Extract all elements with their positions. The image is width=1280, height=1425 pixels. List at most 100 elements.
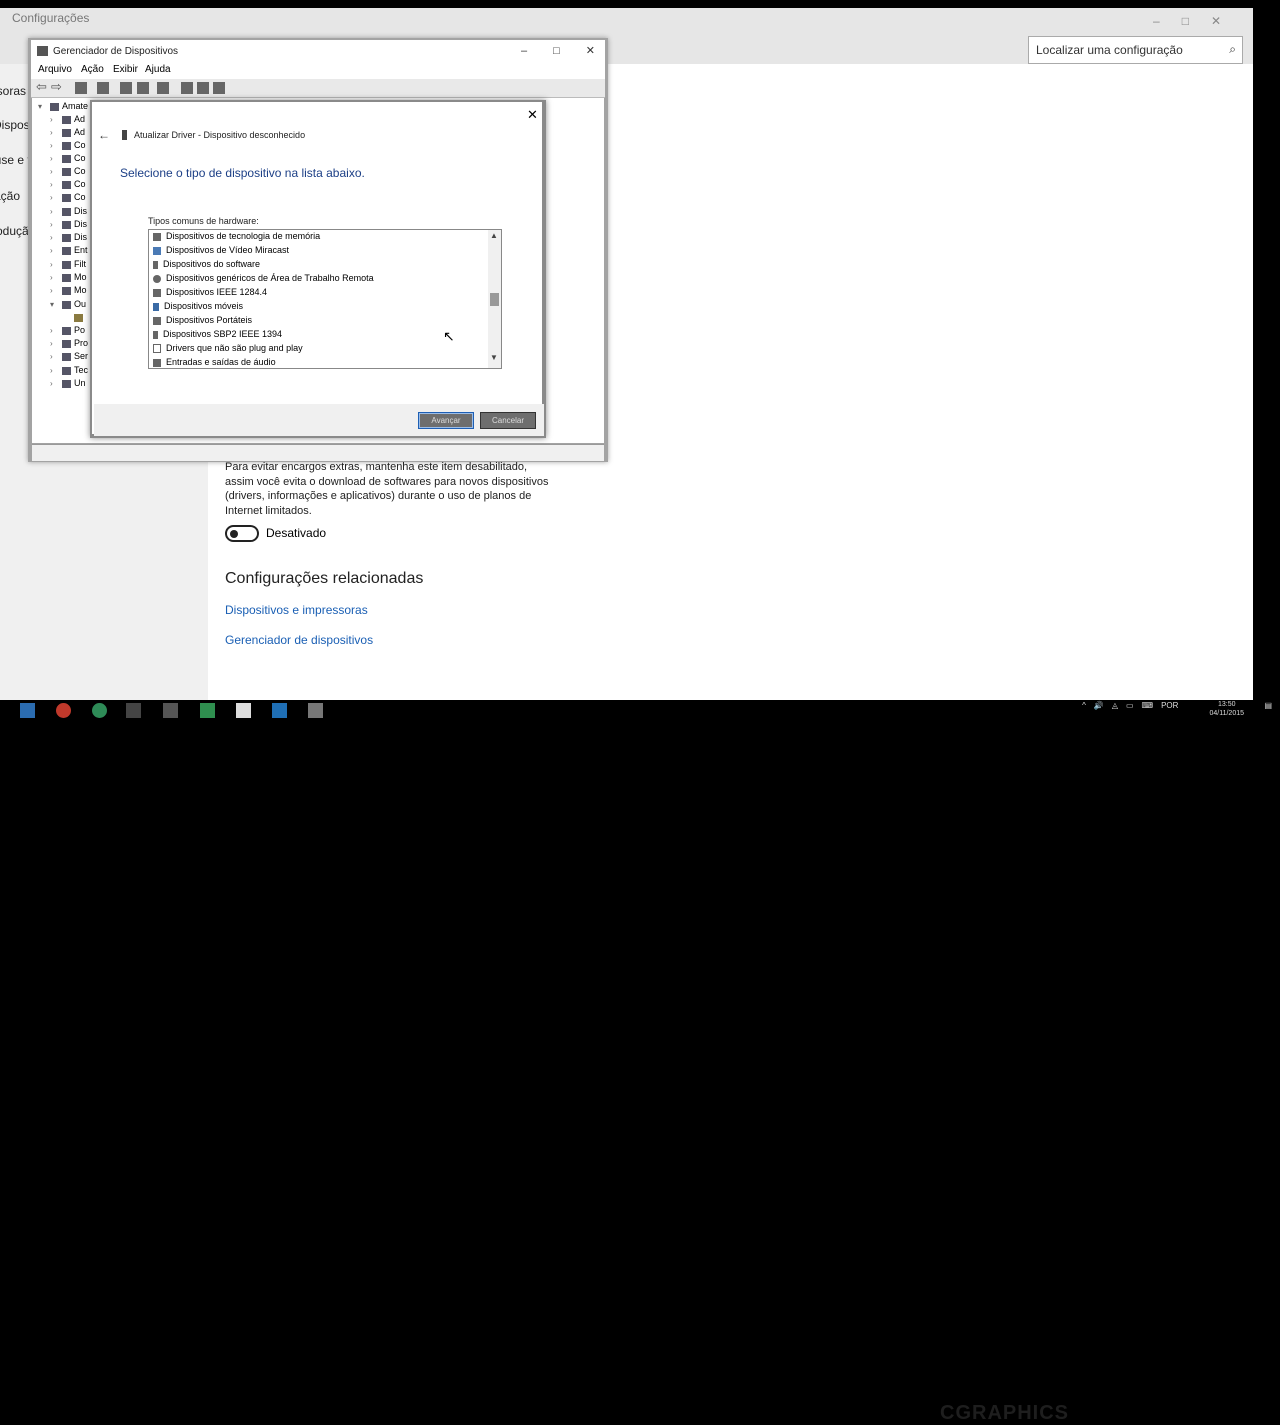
- tree-item[interactable]: › Mo: [50, 272, 87, 285]
- chrome-icon[interactable]: [56, 703, 71, 718]
- list-scrollbar[interactable]: ▲ ▼: [488, 230, 501, 368]
- tree-item[interactable]: ▾ Ou: [50, 299, 86, 312]
- media-player-icon[interactable]: [126, 703, 141, 718]
- link-devices-printers[interactable]: Dispositivos e impressoras: [225, 603, 368, 617]
- expand-icon[interactable]: ›: [50, 180, 62, 189]
- scroll-up-icon[interactable]: ▲: [490, 231, 498, 240]
- keyboard-icon[interactable]: ⌨: [1142, 701, 1154, 710]
- expand-icon[interactable]: ›: [50, 167, 62, 176]
- list-item[interactable]: Dispositivos móveis: [153, 301, 243, 315]
- tree-item[interactable]: › Co: [50, 166, 86, 179]
- tree-item[interactable]: › Co: [50, 179, 86, 192]
- back-arrow-icon[interactable]: ⇦: [36, 79, 47, 95]
- close-icon[interactable]: ✕: [586, 45, 595, 57]
- metered-download-toggle[interactable]: [225, 525, 259, 542]
- expand-icon[interactable]: ›: [50, 193, 62, 202]
- expand-icon[interactable]: ›: [50, 273, 62, 282]
- tree-item[interactable]: › Co: [50, 153, 86, 166]
- expand-icon[interactable]: ›: [50, 379, 62, 388]
- list-item[interactable]: Entradas e saídas de áudio: [153, 357, 276, 368]
- volume-icon[interactable]: 🔊: [1094, 701, 1104, 710]
- battery-icon[interactable]: ▭: [1126, 701, 1134, 710]
- settings-gear-icon[interactable]: [272, 703, 287, 718]
- expand-icon[interactable]: ›: [50, 233, 62, 242]
- chevron-up-icon[interactable]: ^: [1082, 701, 1086, 710]
- expand-icon[interactable]: ›: [50, 115, 62, 124]
- settings-window-controls[interactable]: –□✕: [1153, 14, 1243, 28]
- utorrent-icon[interactable]: [92, 703, 107, 718]
- tree-item[interactable]: › Po: [50, 325, 85, 338]
- tree-item[interactable]: › Dis: [50, 219, 87, 232]
- uninstall-icon[interactable]: [197, 82, 209, 94]
- expand-icon[interactable]: ›: [50, 339, 62, 348]
- tree-item[interactable]: › Tec: [50, 365, 88, 378]
- next-button[interactable]: Avançar: [418, 412, 474, 429]
- tree-item[interactable]: › Un: [50, 378, 86, 391]
- list-item[interactable]: Dispositivos IEEE 1284.4: [153, 287, 267, 301]
- nav-item-printers[interactable]: Impressoras: [0, 84, 26, 98]
- expand-icon[interactable]: ›: [50, 128, 62, 137]
- tree-item[interactable]: › Ad: [50, 114, 85, 127]
- forward-arrow-icon[interactable]: ⇨: [51, 79, 62, 95]
- collapse-icon[interactable]: ▾: [50, 300, 62, 309]
- properties-icon[interactable]: [97, 82, 109, 94]
- expand-icon[interactable]: ›: [50, 141, 62, 150]
- list-item[interactable]: Dispositivos Portáteis: [153, 315, 252, 329]
- expand-icon[interactable]: ›: [50, 326, 62, 335]
- enable-device-icon[interactable]: [213, 82, 225, 94]
- nav-item-typing[interactable]: Digitação: [0, 189, 20, 203]
- clock[interactable]: 13:50 04/11/2015: [1209, 700, 1244, 718]
- tree-item[interactable]: › Ser: [50, 351, 88, 364]
- maximize-icon[interactable]: □: [553, 45, 560, 57]
- app-icon[interactable]: [163, 703, 178, 718]
- tree-item[interactable]: › Co: [50, 140, 86, 153]
- list-item[interactable]: Drivers que não são plug and play: [153, 343, 303, 357]
- device-manager-taskbar-icon[interactable]: [308, 703, 323, 718]
- expand-icon[interactable]: ›: [50, 246, 62, 255]
- search-icon[interactable]: ⌕: [1229, 42, 1236, 57]
- list-item[interactable]: Dispositivos do software: [153, 259, 260, 273]
- expand-icon[interactable]: ›: [50, 207, 62, 216]
- tree-item[interactable]: › Dis: [50, 206, 87, 219]
- settings-search-input[interactable]: Localizar uma configuração ⌕: [1028, 36, 1243, 64]
- list-item[interactable]: Dispositivos SBP2 IEEE 1394: [153, 329, 282, 343]
- list-item[interactable]: Dispositivos de Vídeo Miracast: [153, 245, 289, 259]
- language-indicator[interactable]: POR: [1161, 701, 1178, 710]
- cancel-button[interactable]: Cancelar: [480, 412, 536, 429]
- expand-icon[interactable]: ›: [50, 286, 62, 295]
- ccleaner-icon[interactable]: [236, 703, 251, 718]
- list-item[interactable]: Dispositivos de tecnologia de memória: [153, 231, 320, 245]
- scan-hardware-icon[interactable]: [157, 82, 169, 94]
- tree-item[interactable]: › Ent: [50, 245, 88, 258]
- tree-root[interactable]: ▾ Amate: [38, 101, 88, 114]
- menu-file[interactable]: Arquivo: [38, 64, 72, 75]
- tree-item[interactable]: › Ad: [50, 127, 85, 140]
- tree-item[interactable]: › Filt: [50, 259, 86, 272]
- device-manager-window-controls[interactable]: – □ ✕: [495, 44, 595, 57]
- expand-icon[interactable]: ›: [50, 352, 62, 361]
- help-icon[interactable]: [120, 82, 132, 94]
- scrollbar-thumb[interactable]: [490, 293, 499, 306]
- network-icon[interactable]: ◬: [1112, 701, 1118, 710]
- expand-icon[interactable]: ›: [50, 154, 62, 163]
- link-device-manager[interactable]: Gerenciador de dispositivos: [225, 633, 373, 647]
- expand-icon[interactable]: ›: [50, 260, 62, 269]
- close-icon[interactable]: ✕: [527, 107, 538, 123]
- show-hide-tree-icon[interactable]: [75, 82, 87, 94]
- tree-item[interactable]: › Pro: [50, 338, 88, 351]
- collapse-icon[interactable]: ▾: [38, 102, 50, 111]
- back-arrow-icon[interactable]: ←: [98, 128, 110, 142]
- notifications-icon[interactable]: ▤: [1264, 701, 1272, 710]
- menu-action[interactable]: Ação: [81, 64, 104, 75]
- menu-view[interactable]: Exibir: [113, 64, 138, 75]
- tree-item[interactable]: › Co: [50, 192, 86, 205]
- update-driver-icon[interactable]: [181, 82, 193, 94]
- tree-item-unknown-device[interactable]: [74, 312, 86, 325]
- hardware-types-list[interactable]: Dispositivos de tecnologia de memória Di…: [148, 229, 502, 369]
- list-item[interactable]: Dispositivos genéricos de Área de Trabal…: [153, 273, 374, 287]
- expand-icon[interactable]: ›: [50, 366, 62, 375]
- tree-item[interactable]: › Mo: [50, 285, 87, 298]
- file-explorer-icon[interactable]: [20, 703, 35, 718]
- camtasia-icon[interactable]: [200, 703, 215, 718]
- tree-item[interactable]: › Dis: [50, 232, 87, 245]
